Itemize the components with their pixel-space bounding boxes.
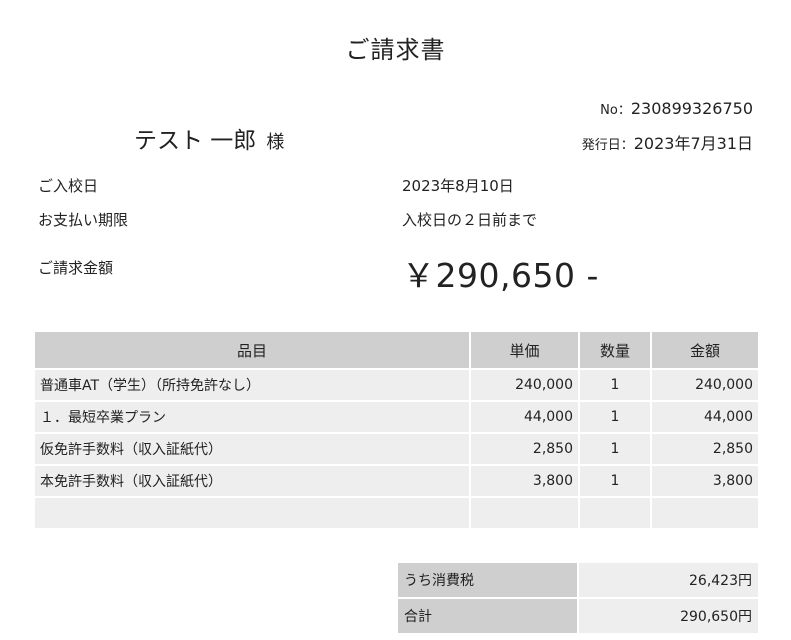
cell-qty: 1 [578,464,652,498]
admission-date-value: 2023年8月10日 [402,177,514,195]
issue-date-label: 発行日： [581,138,634,153]
totals-table: うち消費税 26,423円 合計 290,650円 [396,561,760,635]
table-row: １．最短卒業プラン 44,000 1 44,000 [33,400,760,434]
invoice-number-label: No： [600,103,631,118]
header-amount: 金額 [650,330,760,370]
invoice-number: No：230899326750 [600,99,753,118]
cell-item: 本免許手数料（収入証紙代） [33,464,471,498]
table-row: 普通車AT（学生）（所持免許なし） 240,000 1 240,000 [33,368,760,402]
cell-item: 仮免許手数料（収入証紙代） [33,432,471,466]
total-label: 合計 [396,597,579,635]
cell-unit-price: 240,000 [469,368,580,402]
cell-amount: 240,000 [650,368,760,402]
cell-qty: 1 [578,432,652,466]
cell-item: 普通車AT（学生）（所持免許なし） [33,368,471,402]
table-row: 本免許手数料（収入証紙代） 3,800 1 3,800 [33,464,760,498]
table-row: 仮免許手数料（収入証紙代） 2,850 1 2,850 [33,432,760,466]
cell-amount: 44,000 [650,400,760,434]
invoice-title: ご請求書 [345,36,446,64]
cell-qty: 1 [578,400,652,434]
tax-label: うち消費税 [396,561,579,599]
tax-row: うち消費税 26,423円 [396,561,760,599]
tax-value: 26,423円 [577,561,760,599]
header-qty: 数量 [578,330,652,370]
table-header-row: 品目 単価 数量 金額 [33,330,760,370]
header-item: 品目 [33,330,471,370]
header-unit-price: 単価 [469,330,580,370]
total-value: 290,650円 [577,597,760,635]
cell-unit-price: 3,800 [469,464,580,498]
cell-unit-price: 44,000 [469,400,580,434]
total-row: 合計 290,650円 [396,597,760,635]
items-table: 品目 単価 数量 金額 普通車AT（学生）（所持免許なし） 240,000 1 … [33,330,760,530]
billing-amount-label: ご請求金額 [38,259,114,277]
cell-unit-price [469,496,580,530]
cell-amount: 2,850 [650,432,760,466]
payment-deadline-label: お支払い期限 [38,211,129,229]
admission-date-label: ご入校日 [38,177,99,195]
billing-amount-value: ￥290,650 - [402,256,599,295]
table-row-empty [33,496,760,530]
invoice-number-value: 230899326750 [630,99,753,118]
cell-unit-price: 2,850 [469,432,580,466]
payment-deadline-value: 入校日の２日前まで [402,211,538,229]
cell-item: １．最短卒業プラン [33,400,471,434]
issue-date-value: 2023年7月31日 [633,134,753,153]
cell-amount: 3,800 [650,464,760,498]
cell-qty [578,496,652,530]
customer-name-block: テスト 一郎様 [134,121,284,155]
issue-date: 発行日：2023年7月31日 [582,130,753,154]
cell-qty: 1 [578,368,652,402]
cell-item [33,496,471,530]
customer-name: テスト 一郎 [134,128,257,154]
cell-amount [650,496,760,530]
honorific: 様 [266,132,285,153]
